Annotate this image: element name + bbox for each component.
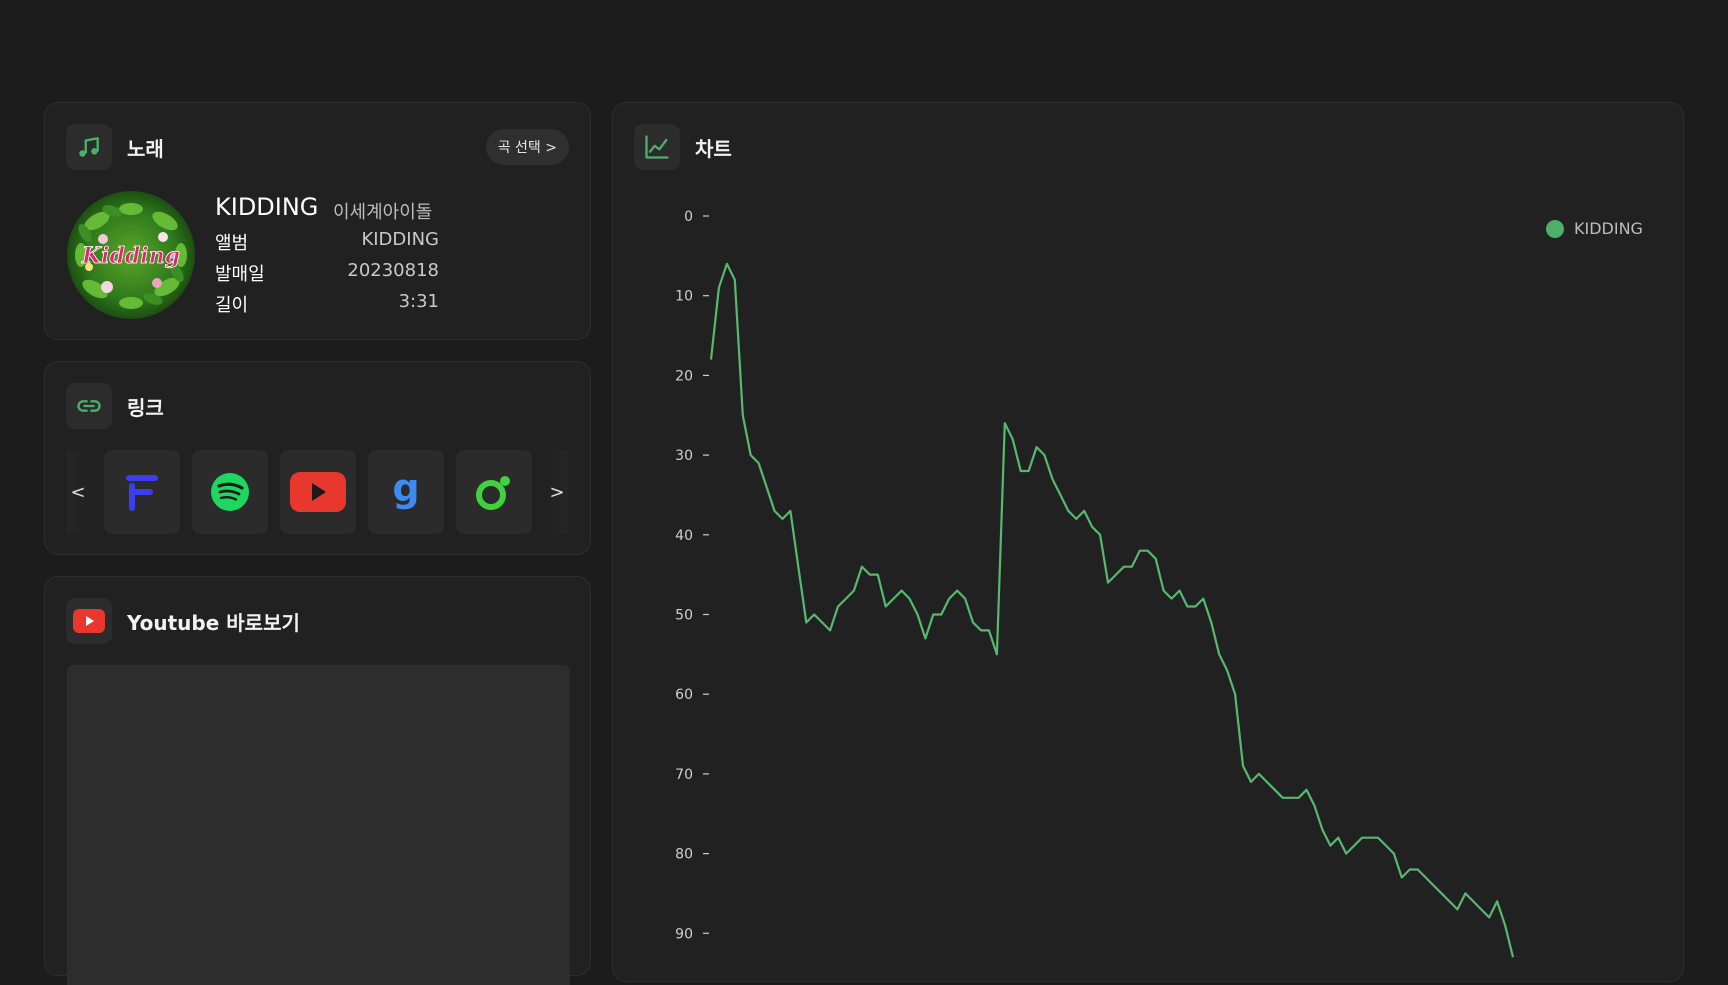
spotify-link[interactable] — [192, 450, 268, 534]
song-title: KIDDING — [215, 193, 319, 221]
youtube-icon — [66, 598, 112, 644]
song-card: 노래 곡 선택 > Kidding KIDDING 이세계아이돌 앨범 KIDD… — [44, 102, 591, 340]
youtube-player[interactable] — [67, 665, 570, 985]
y-tick-label: 50 — [675, 608, 693, 624]
select-song-button[interactable]: 곡 선택 > — [485, 129, 569, 165]
y-tick-label: 30 — [675, 448, 693, 464]
album-art: Kidding — [67, 191, 195, 319]
melon-logo-icon — [476, 476, 510, 510]
youtube-logo-icon — [290, 472, 346, 512]
album-art-logo: Kidding — [81, 243, 180, 269]
links-card: 링크 < g > — [44, 361, 591, 555]
link-icon — [66, 383, 112, 429]
info-label: 발매일 — [215, 264, 265, 285]
y-tick-label: 80 — [675, 847, 693, 863]
legend-dot — [1546, 219, 1564, 238]
spotify-logo-icon — [211, 473, 249, 511]
y-tick-label: 0 — [684, 209, 693, 225]
links-prev-button[interactable]: < — [67, 450, 89, 534]
links-card-title: 링크 — [127, 396, 164, 420]
genie-link[interactable]: g — [368, 450, 444, 534]
series-line-kidding[interactable] — [709, 262, 1515, 958]
links-next-button[interactable]: > — [546, 450, 568, 534]
y-tick-label: 70 — [675, 767, 693, 783]
y-tick-label: 20 — [675, 368, 693, 384]
info-row-release: 발매일 20230818 — [215, 260, 439, 286]
flo-logo-icon — [126, 475, 158, 511]
y-tick-label: 90 — [675, 926, 693, 942]
info-label: 길이 — [215, 295, 249, 316]
youtube-link[interactable] — [280, 450, 356, 534]
legend-label: KIDDING — [1574, 219, 1643, 238]
music-note-icon — [66, 124, 112, 170]
info-value: 20230818 — [347, 260, 439, 281]
youtube-card-title: Youtube 바로보기 — [127, 611, 300, 635]
song-artist: 이세계아이돌 — [333, 202, 433, 223]
svg-text:g: g — [392, 471, 419, 510]
chart-card: 차트 0 10 20 30 40 50 60 70 80 90 KIDDING — [612, 102, 1684, 982]
song-card-title: 노래 — [127, 137, 164, 161]
info-row-album: 앨범 KIDDING — [215, 229, 439, 255]
rank-line-chart: 0 10 20 30 40 50 60 70 80 90 — [675, 209, 1515, 958]
chart-legend[interactable]: KIDDING — [1546, 219, 1643, 238]
flo-link[interactable] — [104, 450, 180, 534]
genie-logo-icon: g — [392, 471, 419, 510]
youtube-card: Youtube 바로보기 — [44, 576, 591, 985]
y-tick-label: 10 — [675, 289, 693, 305]
melon-link[interactable] — [456, 450, 532, 534]
y-tick-label: 40 — [675, 528, 693, 544]
info-value: 3:31 — [398, 291, 439, 312]
info-label: 앨범 — [215, 233, 249, 254]
info-value: KIDDING — [361, 229, 439, 250]
info-row-length: 길이 3:31 — [215, 291, 439, 317]
y-tick-label: 60 — [675, 687, 693, 703]
